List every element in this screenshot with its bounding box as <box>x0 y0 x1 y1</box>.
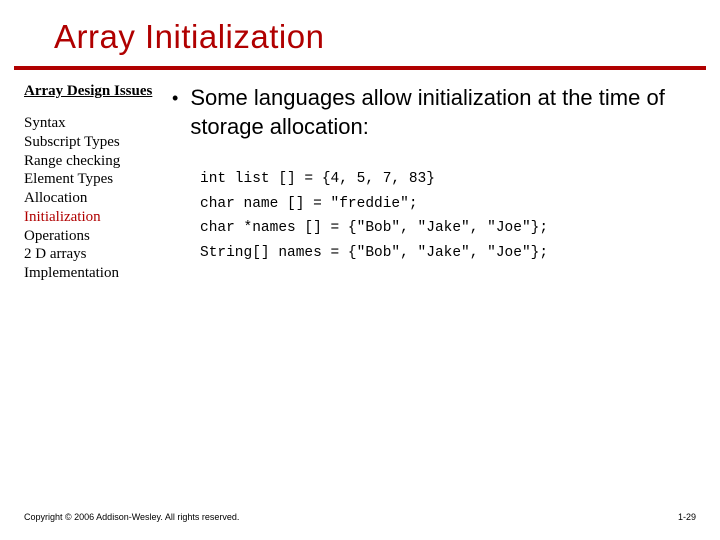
sidebar-item-initialization: Initialization <box>24 208 164 227</box>
slide-title: Array Initialization <box>0 0 720 64</box>
code-line-3: char *names [] = {"Bob", "Jake", "Joe"}; <box>200 216 700 241</box>
sidebar-item-element-types: Element Types <box>24 170 164 189</box>
code-block: int list [] = {4, 5, 7, 83} char name []… <box>200 167 700 266</box>
sidebar-item-2d-arrays: 2 D arrays <box>24 245 164 264</box>
sidebar: Array Design Issues Syntax Subscript Typ… <box>24 80 164 283</box>
footer: Copyright © 2006 Addison-Wesley. All rig… <box>24 512 696 522</box>
slide: Array Initialization Array Design Issues… <box>0 0 720 540</box>
code-line-2: char name [] = "freddie"; <box>200 192 700 217</box>
sidebar-item-subscript-types: Subscript Types <box>24 133 164 152</box>
bullet-icon: • <box>172 84 178 112</box>
page-number: 1-29 <box>678 512 696 522</box>
slide-body: Array Design Issues Syntax Subscript Typ… <box>0 70 720 283</box>
code-line-1: int list [] = {4, 5, 7, 83} <box>200 167 700 192</box>
copyright-text: Copyright © 2006 Addison-Wesley. All rig… <box>24 512 239 522</box>
sidebar-item-allocation: Allocation <box>24 189 164 208</box>
bullet-text: Some languages allow initialization at t… <box>190 84 700 141</box>
sidebar-item-operations: Operations <box>24 227 164 246</box>
code-line-4: String[] names = {"Bob", "Jake", "Joe"}; <box>200 241 700 266</box>
sidebar-list: Syntax Subscript Types Range checking El… <box>24 114 164 283</box>
sidebar-item-syntax: Syntax <box>24 114 164 133</box>
bullet-item: • Some languages allow initialization at… <box>172 84 700 141</box>
sidebar-item-implementation: Implementation <box>24 264 164 283</box>
sidebar-heading: Array Design Issues <box>24 82 164 100</box>
sidebar-item-range-checking: Range checking <box>24 152 164 171</box>
main-content: • Some languages allow initialization at… <box>164 80 700 283</box>
